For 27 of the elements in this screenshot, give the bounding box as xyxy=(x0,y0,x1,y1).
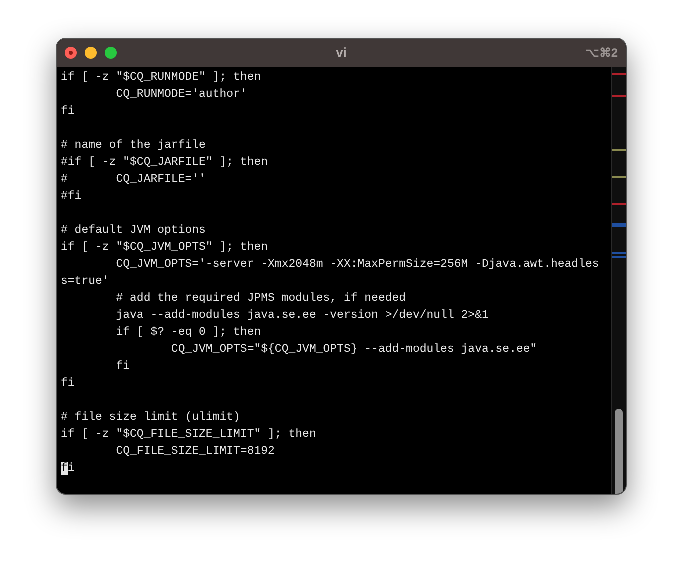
code-line: # add the required JPMS modules, if needed xyxy=(115,292,406,305)
code-line: java --add-modules java.se.ee -version >/dev/null 2>&1 xyxy=(115,309,489,322)
code-line: CQ_JVM_OPTS='-server -Xmx2048m -XX:MaxPermSize=256M -Djava.awt.headles xyxy=(115,258,600,271)
code-line: # file size limit (ulimit) xyxy=(61,411,240,424)
close-button[interactable] xyxy=(65,47,77,59)
code-line: if [ -z "$CQ_RUNMODE" ]; then xyxy=(61,71,262,84)
scroll-thumb[interactable] xyxy=(615,409,623,494)
code-line: fi xyxy=(61,462,75,475)
code-line: #fi xyxy=(61,190,82,203)
code-line: s=true' xyxy=(61,275,110,288)
code-line: # default JVM options xyxy=(61,224,206,237)
window-title: vi xyxy=(336,44,347,62)
code-line: # CQ_JARFILE='' xyxy=(61,173,206,186)
code-line: fi xyxy=(61,105,75,118)
code-line: #if [ -z "$CQ_JARFILE" ]; then xyxy=(61,156,268,169)
code-line: fi xyxy=(115,360,130,373)
code-line: # name of the jarfile xyxy=(61,139,206,152)
code-line: CQ_FILE_SIZE_LIMIT=8192 xyxy=(115,445,275,458)
zoom-button[interactable] xyxy=(105,47,117,59)
code-line: if [ -z "$CQ_FILE_SIZE_LIMIT" ]; then xyxy=(61,428,316,441)
shortcut-label: ⌥⌘2 xyxy=(585,45,618,62)
minimize-button[interactable] xyxy=(85,47,97,59)
code-line: fi xyxy=(61,377,75,390)
code-line: if [ -z "$CQ_JVM_OPTS" ]; then xyxy=(61,241,268,254)
code-line: CQ_JVM_OPTS="${CQ_JVM_OPTS} --add-modules java.se.ee" xyxy=(170,343,538,356)
code-line: CQ_RUNMODE='author' xyxy=(115,88,248,101)
code-line: if [ $? -eq 0 ]; then xyxy=(115,326,262,339)
